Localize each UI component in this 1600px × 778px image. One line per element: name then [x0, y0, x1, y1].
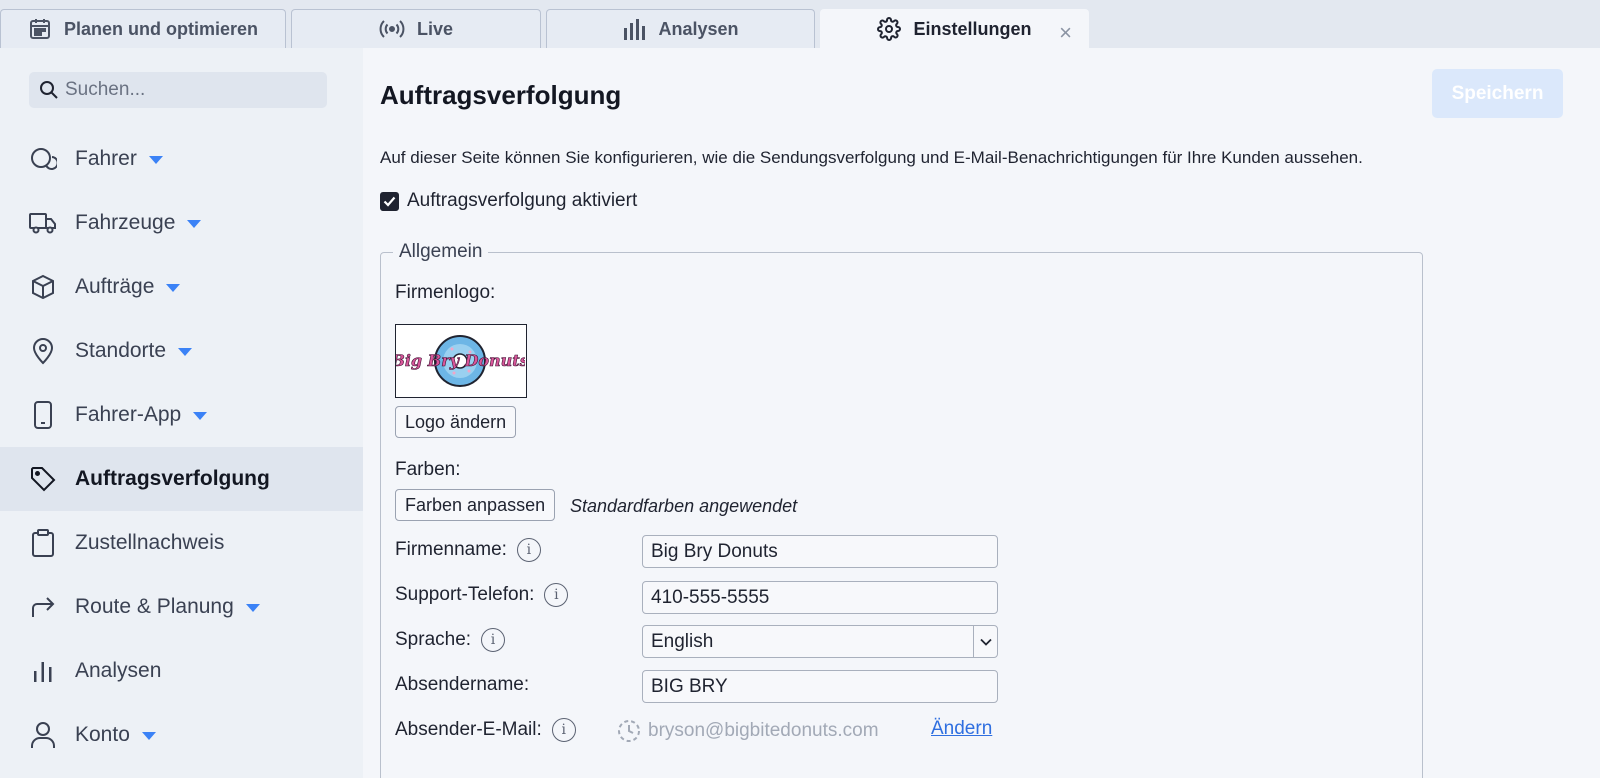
tab-analytics[interactable]: Analysen — [546, 9, 815, 48]
sidebar-item-label: Route & Planung — [75, 595, 234, 618]
main-content: Auftragsverfolgung Speichern Auf dieser … — [363, 48, 1600, 778]
search-icon — [40, 81, 58, 99]
tab-plan[interactable]: Planen und optimieren — [0, 9, 286, 48]
page-title: Auftragsverfolgung — [380, 80, 622, 110]
close-icon[interactable]: × — [1059, 20, 1072, 46]
sender-email-label: Absender-E-Mail: — [395, 719, 542, 740]
tab-live[interactable]: Live — [291, 9, 541, 48]
tab-bar: Planen und optimieren Live Analysen Eins… — [0, 0, 1600, 48]
support-phone-label: Support-Telefon: — [395, 584, 535, 605]
sidebar-item-analytics[interactable]: Analysen — [0, 639, 363, 703]
tab-label: Planen und optimieren — [63, 18, 259, 39]
change-email-link[interactable]: Ändern — [931, 718, 992, 740]
sidebar-item-label: Analysen — [75, 659, 162, 682]
sidebar-item-vehicles[interactable]: Fahrzeuge — [0, 191, 363, 255]
sidebar-item-label: Fahrer-App — [75, 403, 182, 426]
broadcast-icon — [379, 20, 405, 38]
sidebar-item-orders[interactable]: Aufträge — [0, 255, 363, 319]
tracking-enabled-toggle[interactable]: Auftragsverfolgung aktiviert — [380, 190, 637, 212]
language-selected-value: English — [651, 630, 714, 652]
sidebar-item-route-planning[interactable]: Route & Planung — [0, 575, 363, 639]
sidebar-item-label: Auftragsverfolgung — [75, 467, 270, 490]
caret-down-icon — [178, 348, 193, 356]
search-box[interactable] — [29, 72, 327, 108]
sender-email-value-row: bryson@bigbitedonuts.com — [616, 718, 879, 744]
save-button[interactable]: Speichern — [1432, 69, 1563, 118]
sender-email-row: Absender-E-Mail: i — [395, 718, 576, 742]
caret-down-icon — [141, 732, 156, 740]
clipboard-icon — [29, 529, 57, 557]
info-icon[interactable]: i — [544, 583, 569, 607]
sidebar-item-label: Fahrer — [75, 147, 137, 170]
sender-name-row: Absendername: — [395, 674, 529, 696]
page-description: Auf dieser Seite können Sie konfiguriere… — [380, 148, 1363, 167]
caret-down-icon — [193, 412, 208, 420]
colors-label: Farben: — [395, 459, 461, 480]
sidebar-item-order-tracking[interactable]: Auftragsverfolgung — [0, 447, 363, 511]
truck-icon — [29, 209, 57, 237]
tab-label: Einstellungen — [913, 18, 1032, 39]
caret-down-icon — [166, 284, 181, 292]
sender-name-label: Absendername: — [395, 674, 530, 695]
change-logo-button[interactable]: Logo ändern — [395, 406, 517, 438]
language-row: Sprache: i — [395, 628, 506, 652]
sidebar: Fahrer Fahrzeuge Aufträge Standorte Fahr… — [0, 48, 363, 778]
check-icon — [383, 196, 396, 207]
box-icon — [29, 273, 57, 301]
caret-down-icon — [187, 220, 202, 228]
sender-email-value: bryson@bigbitedonuts.com — [648, 720, 879, 741]
tracking-enabled-label: Auftragsverfolgung aktiviert — [407, 190, 638, 211]
language-label: Sprache: — [395, 629, 472, 650]
colors-status-note: Standardfarben angewendet — [570, 496, 798, 516]
gear-icon — [877, 17, 902, 41]
group-legend: Allgemein — [399, 241, 483, 262]
sidebar-item-driver-app[interactable]: Fahrer-App — [0, 383, 363, 447]
route-arrow-icon — [29, 593, 57, 621]
customize-colors-button[interactable]: Farben anpassen — [395, 489, 556, 521]
sidebar-item-account[interactable]: Konto — [0, 703, 363, 767]
company-logo-image: Big Bry Donuts — [390, 324, 529, 398]
phone-icon — [29, 401, 57, 429]
map-pin-icon — [29, 337, 57, 365]
sidebar-item-label: Aufträge — [75, 275, 155, 298]
calendar-icon — [29, 19, 50, 39]
logo-lettering: Big Bry Donuts — [396, 351, 525, 370]
support-phone-row: Support-Telefon: i — [395, 583, 569, 607]
support-phone-input[interactable] — [642, 581, 998, 614]
tab-settings[interactable]: Einstellungen × — [820, 9, 1089, 48]
driver-icon — [29, 145, 57, 173]
caret-down-icon — [245, 604, 260, 612]
sidebar-item-label: Zustellnachweis — [75, 531, 225, 554]
tab-label: Live — [416, 18, 454, 39]
info-icon[interactable]: i — [481, 628, 506, 652]
sender-name-input[interactable] — [642, 670, 998, 703]
sidebar-item-locations[interactable]: Standorte — [0, 319, 363, 383]
sidebar-item-label: Fahrzeuge — [75, 211, 176, 234]
info-icon[interactable]: i — [516, 538, 541, 562]
sidebar-item-proof-of-delivery[interactable]: Zustellnachweis — [0, 511, 363, 575]
company-name-label: Firmenname: — [395, 539, 507, 560]
bar-chart-icon — [29, 657, 57, 685]
sidebar-item-drivers[interactable]: Fahrer — [0, 127, 363, 191]
company-logo-label: Firmenlogo: — [395, 282, 496, 303]
tag-icon — [29, 465, 57, 493]
pending-clock-icon — [618, 720, 640, 742]
caret-down-icon — [148, 156, 163, 164]
company-name-row: Firmenname: i — [395, 538, 541, 562]
tab-label: Analysen — [658, 18, 739, 39]
sidebar-item-label: Standorte — [75, 339, 167, 362]
chevron-down-icon[interactable] — [973, 626, 997, 657]
sidebar-item-label: Konto — [75, 723, 130, 746]
user-icon — [29, 721, 57, 749]
company-name-input[interactable] — [642, 535, 998, 568]
language-select[interactable]: English — [642, 625, 998, 658]
tracking-enabled-checkbox[interactable] — [380, 191, 399, 211]
search-input[interactable] — [65, 79, 315, 101]
bar-chart-icon — [624, 19, 646, 40]
info-icon[interactable]: i — [551, 718, 576, 742]
